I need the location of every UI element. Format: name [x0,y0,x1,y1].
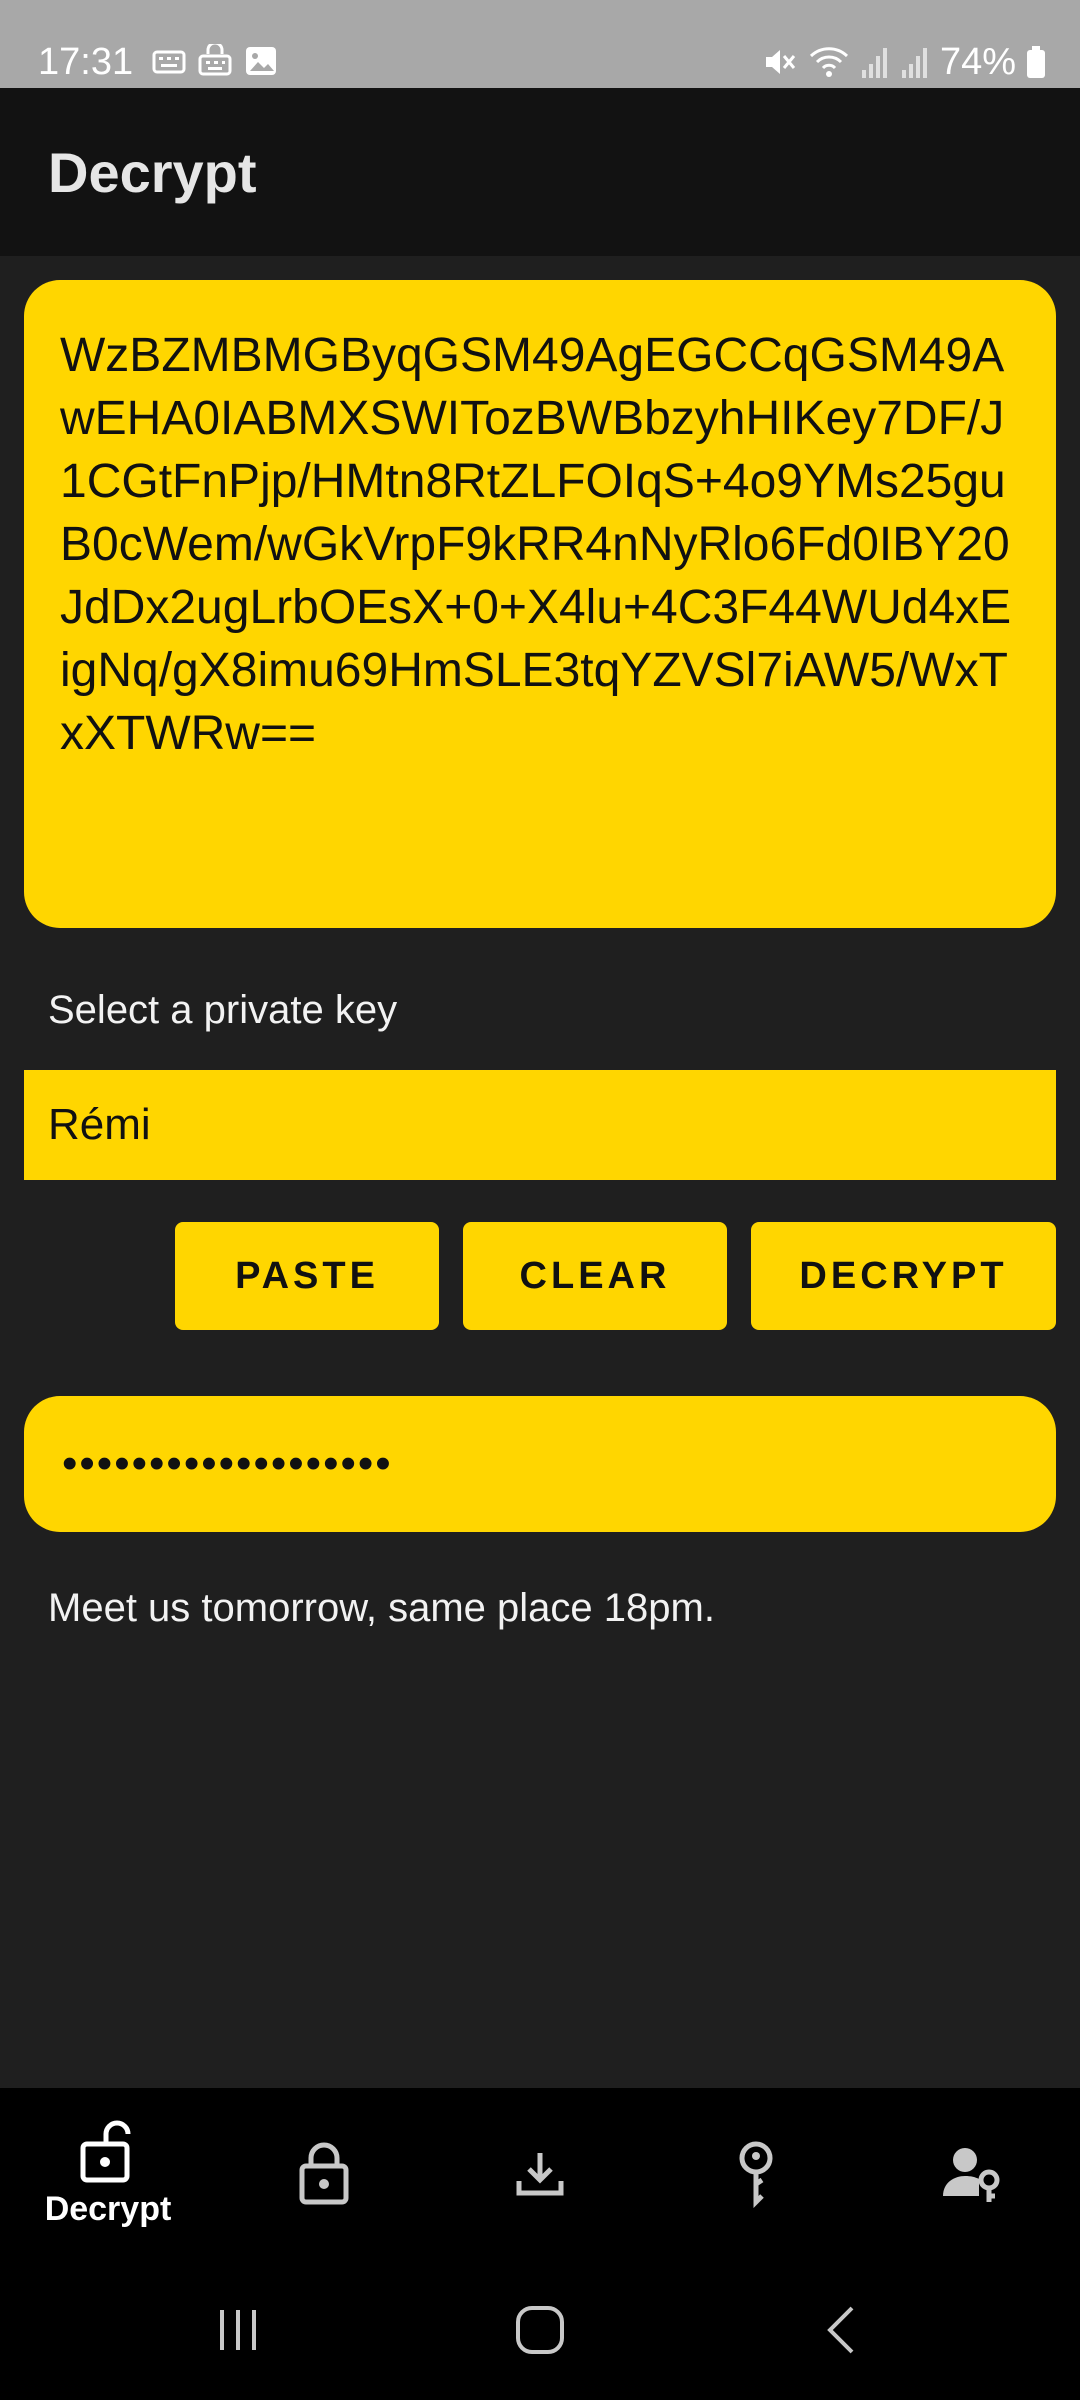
lock-open-icon [80,2120,131,2182]
decrypt-button[interactable]: DECRYPT [751,1222,1056,1330]
recent-apps-icon[interactable] [208,2300,268,2360]
keyboard-icon [152,50,186,74]
decrypted-message: Meet us tomorrow, same place 18pm. [48,1586,715,1630]
password-field[interactable]: ••••••••••••••••••• [24,1396,1056,1532]
ciphertext-value: WzBZMBMGByqGSM49AgEGCCqGSM49AwEHA0IABMXS… [60,329,1012,760]
keyboard-lock-icon [198,44,232,76]
private-key-select[interactable]: Rémi [24,1070,1056,1180]
private-key-selected-value: Rémi [48,1100,151,1149]
private-key-label: Select a private key [48,988,398,1032]
status-time: 17:31 [38,41,134,83]
key-icon [739,2141,773,2208]
download-icon [516,2153,564,2196]
home-icon[interactable] [510,2300,570,2360]
ciphertext-field[interactable]: WzBZMBMGByqGSM49AgEGCCqGSM49AwEHA0IABMXS… [24,280,1056,928]
status-right: 74% [762,38,1046,86]
app-bar: Decrypt [0,88,1080,256]
screen: 17:31 74% Decrypt WzBZMBMGByqGSM49AgEGCC… [0,0,1080,2400]
clear-button[interactable]: CLEAR [463,1222,727,1330]
status-bar: 17:31 74% [0,0,1080,88]
nav-label-decrypt: Decrypt [44,2189,172,2228]
signal-icon [861,48,887,78]
image-icon [246,47,276,75]
mute-icon [765,50,796,74]
nav-item-import[interactable] [432,2088,648,2260]
signal-icon [901,48,927,78]
battery-icon [1027,46,1045,78]
battery-percent: 74% [939,41,1016,83]
bottom-nav: Decrypt [0,2088,1080,2260]
nav-item-encrypt[interactable] [216,2088,432,2260]
nav-item-decrypt[interactable]: Decrypt [0,2088,216,2260]
back-icon[interactable] [812,2300,872,2360]
password-masked-value: ••••••••••••••••••• [62,1439,393,1488]
nav-item-keys[interactable] [648,2088,864,2260]
page-title: Decrypt [48,141,257,204]
nav-item-contacts[interactable] [864,2088,1080,2260]
person-key-icon [943,2148,1000,2202]
system-nav-bar [0,2260,1080,2400]
paste-button[interactable]: PASTE [175,1222,439,1330]
lock-icon [299,2142,349,2205]
wifi-icon [809,47,848,77]
